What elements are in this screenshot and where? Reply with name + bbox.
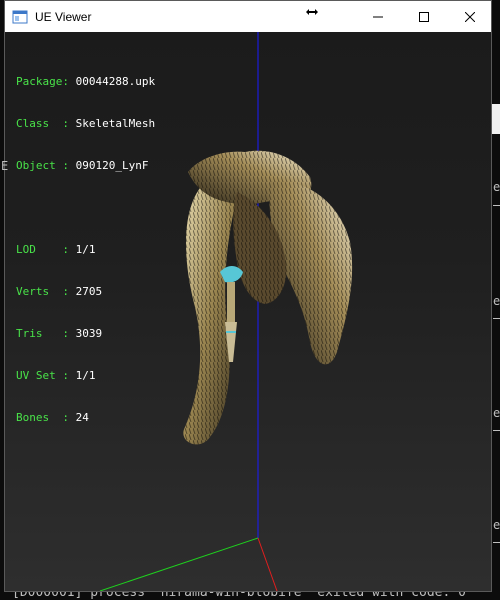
uvset-label: UV Set :: [16, 369, 76, 382]
verts-label: Verts :: [16, 285, 76, 298]
object-value: 090120_LynF: [75, 159, 149, 172]
background-console-line: [493, 430, 500, 431]
tris-label: Tris :: [16, 327, 76, 340]
background-console-char: e: [493, 180, 500, 194]
background-console-char: E: [1, 159, 9, 173]
maximize-icon: [419, 11, 429, 22]
3d-viewport[interactable]: Package: 00044288.upk Class : SkeletalMe…: [5, 32, 491, 591]
mesh-info-panel: Package: 00044288.upk Class : SkeletalMe…: [16, 47, 155, 453]
close-button[interactable]: [447, 1, 493, 32]
horizontal-resize-cursor-icon: [306, 9, 318, 15]
class-value: SkeletalMesh: [75, 117, 156, 130]
ue-viewer-window: UE Viewer Package: 00044288.upk Class: …: [4, 0, 492, 592]
uvset-value: 1/1: [75, 369, 96, 382]
lod-label: LOD :: [16, 243, 76, 256]
red-axis: [257, 537, 278, 591]
app-icon: [12, 10, 28, 24]
close-icon: [465, 11, 475, 22]
title-bar[interactable]: UE Viewer: [5, 1, 491, 32]
green-axis: [99, 537, 259, 591]
background-console-scrollbar[interactable]: [492, 104, 500, 134]
verts-value: 2705: [75, 285, 103, 298]
maximize-button[interactable]: [401, 1, 447, 32]
package-value: 00044288.upk: [75, 75, 156, 88]
minimize-button[interactable]: [355, 1, 401, 32]
background-console-line: [493, 318, 500, 319]
object-label: Object :: [16, 159, 76, 172]
background-console-char: e: [493, 294, 500, 308]
class-label: Class :: [16, 117, 76, 130]
bones-value: 24: [75, 411, 89, 424]
background-console-text: [D000001] process 'hirama-win-blobife' e…: [12, 591, 466, 600]
background-console-char: e: [493, 518, 500, 532]
lod-value: 1/1: [75, 243, 96, 256]
skeletal-mesh-model: [183, 150, 353, 445]
bones-label: Bones :: [16, 411, 76, 424]
background-console-line: [493, 542, 500, 543]
minimize-icon: [373, 16, 383, 17]
background-console-char: e: [493, 406, 500, 420]
window-title: UE Viewer: [35, 10, 92, 24]
background-console-line: [493, 205, 500, 206]
package-label: Package:: [16, 75, 76, 88]
tris-value: 3039: [75, 327, 103, 340]
background-console-bottom-line: [D000001] process 'hirama-win-blobife' e…: [0, 591, 500, 600]
